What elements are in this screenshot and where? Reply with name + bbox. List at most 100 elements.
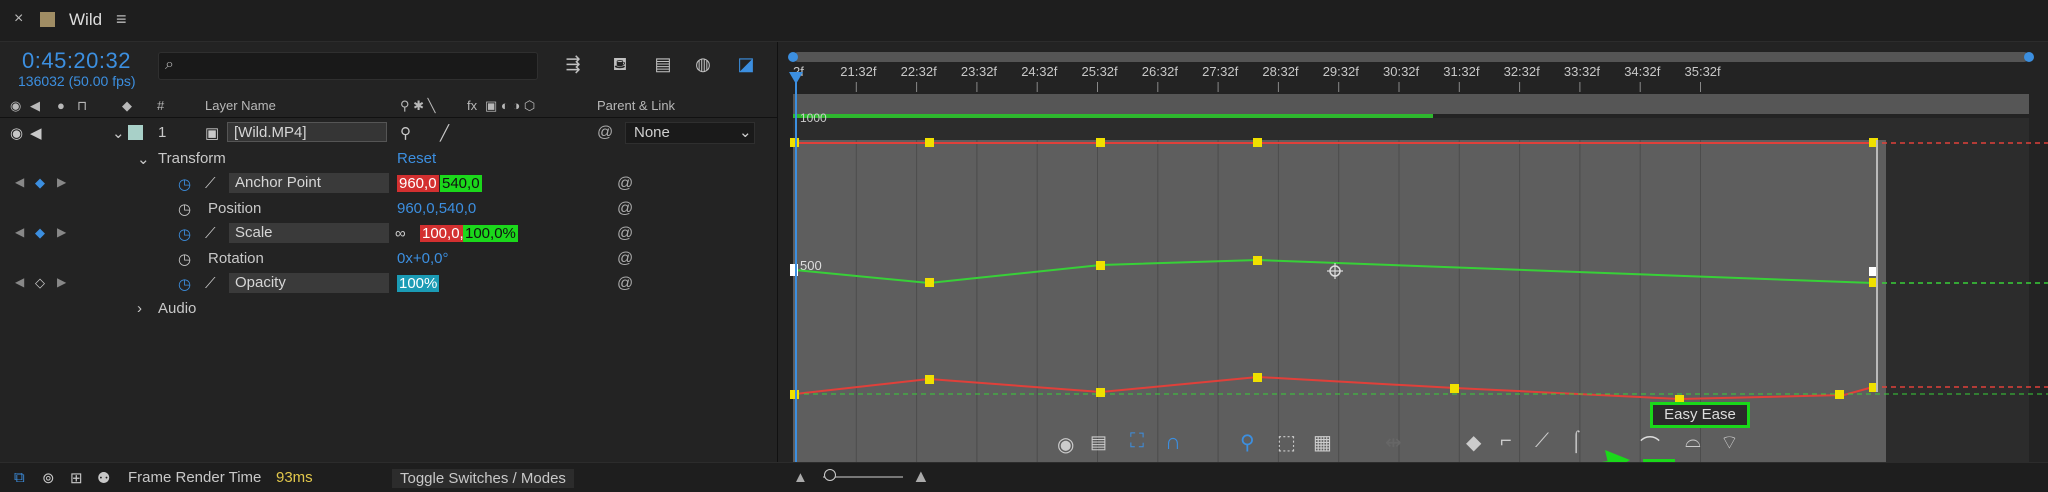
stopwatch-icon[interactable]: ◷ — [178, 225, 191, 243]
anchor-point-y-value[interactable]: 540,0 — [440, 175, 482, 192]
auto-bezier-icon[interactable]: ⌠ — [1570, 430, 1582, 453]
keyframe[interactable] — [1835, 390, 1844, 399]
comp-mini-flowchart-icon[interactable]: ⧉ — [14, 469, 25, 486]
keyframe[interactable] — [1096, 388, 1105, 397]
composition-flowchart-icon[interactable]: ⇶ — [560, 54, 586, 78]
scale-x-value[interactable]: 100,0, — [420, 225, 466, 242]
fit-all-graphs-icon[interactable]: ⬚ — [1277, 430, 1296, 455]
property-row-anchor-point[interactable]: ◀ ◆ ▶ ◷ ⟋ Anchor Point 960,0 540,0 @ — [0, 171, 778, 196]
keyframe[interactable] — [1253, 138, 1262, 147]
keyframe[interactable] — [790, 138, 799, 147]
expression-pickwhip-icon[interactable]: @ — [617, 200, 633, 218]
property-row-position[interactable]: ◷ Position 960,0,540,0 @ — [0, 196, 778, 221]
property-row-scale[interactable]: ◀ ◆ ▶ ◷ ⟋ Scale ∞ 100,0, 100,0% @ — [0, 221, 778, 246]
layer-row[interactable]: ◉ ◀ ⌄ 1 ▣ [Wild.MP4] ⚲ ╱ @ None ⌄ — [0, 120, 778, 145]
prev-keyframe-icon[interactable]: ◀ — [15, 175, 24, 189]
keyframe[interactable] — [1096, 138, 1105, 147]
zoom-out-icon[interactable]: ▲ — [793, 469, 808, 486]
constrain-proportions-icon[interactable]: ∞ — [395, 225, 406, 242]
stopwatch-icon[interactable]: ◷ — [178, 200, 191, 218]
audio-group-row[interactable]: › Audio — [0, 296, 778, 321]
transform-group-row[interactable]: ⌄ Transform Reset — [0, 146, 778, 171]
stopwatch-icon[interactable]: ◷ — [178, 250, 191, 268]
expression-pickwhip-icon[interactable]: @ — [617, 275, 633, 293]
graph-toggle-icon[interactable]: ⟋ — [205, 175, 216, 192]
frame-blending-icon[interactable]: ▤ — [650, 54, 676, 78]
audio-speaker-icon[interactable]: ◀ — [30, 124, 42, 142]
add-keyframe-icon[interactable]: ◆ — [35, 225, 45, 241]
property-row-rotation[interactable]: ◷ Rotation 0x+0,0° @ — [0, 246, 778, 271]
parent-select[interactable]: None ⌄ — [625, 122, 755, 144]
zoom-end-handle[interactable] — [2024, 52, 2034, 62]
add-keyframe-icon[interactable]: ◇ — [35, 275, 45, 291]
layer-name[interactable]: [Wild.MP4] — [227, 122, 387, 142]
linear-keyframe-icon[interactable]: ⟋ — [1535, 430, 1549, 453]
graph-editor-icon[interactable]: ◪ — [733, 54, 759, 78]
parent-link-column-header[interactable]: Parent & Link — [597, 98, 675, 113]
next-keyframe-icon[interactable]: ▶ — [57, 225, 66, 239]
prev-keyframe-icon[interactable]: ◀ — [15, 275, 24, 289]
keyframe[interactable] — [1096, 261, 1105, 270]
graph-toggle-icon[interactable]: ⟋ — [205, 275, 216, 292]
graph-canvas[interactable]: 2f 21:32f 22:32f 23:32f 24:32f 25:32f 26:32f 27… — [780, 42, 2048, 462]
keyframe-menu-icon[interactable]: ◆ — [1466, 430, 1481, 455]
add-keyframe-icon[interactable]: ◆ — [35, 175, 45, 191]
shy-layers-icon[interactable]: ⛾ — [607, 54, 633, 78]
expand-transform-icon[interactable]: ⌄ — [137, 150, 150, 168]
time-ruler[interactable]: 2f 21:32f 22:32f 23:32f 24:32f 25:32f 26:32f 27… — [793, 64, 1721, 92]
anchor-point-x-value[interactable]: 960,0 — [397, 175, 439, 192]
easy-ease-icon[interactable]: ⌒ — [1640, 430, 1660, 459]
keyframe[interactable] — [925, 138, 934, 147]
toggle-switches-modes-button[interactable]: Toggle Switches / Modes — [392, 469, 574, 488]
stopwatch-icon[interactable]: ◷ — [178, 175, 191, 193]
position-value[interactable]: 960,0,540,0 — [397, 200, 476, 217]
fit-selection-icon[interactable]: ⚲ — [1240, 430, 1255, 455]
parent-pickwhip-icon[interactable]: @ — [597, 124, 613, 142]
transform-box-icon[interactable]: ⛶ — [1130, 430, 1144, 453]
timeline-zoom-scrollbar[interactable] — [793, 52, 2029, 62]
expand-layer-icon[interactable]: ⌄ — [112, 124, 125, 142]
opacity-value[interactable]: 100% — [397, 275, 440, 292]
show-properties-icon[interactable]: ◉ — [1057, 432, 1074, 457]
transfer-controls-icon[interactable]: ⊞ — [70, 469, 83, 487]
property-row-opacity[interactable]: ◀ ◇ ▶ ◷ ⟋ Opacity 100% @ — [0, 271, 778, 296]
expression-pickwhip-icon[interactable]: @ — [617, 225, 633, 243]
expression-pickwhip-icon[interactable]: @ — [617, 250, 633, 268]
stopwatch-icon[interactable]: ◷ — [178, 275, 191, 293]
keyframe[interactable] — [925, 375, 934, 384]
panel-menu-icon[interactable]: ≡ — [116, 9, 127, 30]
layer-label-color[interactable] — [128, 125, 143, 140]
zoom-start-handle[interactable] — [788, 52, 798, 62]
current-timecode[interactable]: 0:45:20:32 — [22, 48, 131, 74]
layer-name-column-header[interactable]: Layer Name — [205, 98, 276, 113]
reset-transform-link[interactable]: Reset — [397, 150, 436, 167]
separate-dimensions-icon[interactable]: ⇹ — [1385, 430, 1402, 455]
next-keyframe-icon[interactable]: ▶ — [57, 275, 66, 289]
expand-audio-icon[interactable]: › — [137, 300, 142, 317]
fit-graphs-icon[interactable]: ▦ — [1313, 430, 1332, 455]
motion-blur-icon[interactable]: ◍ — [690, 54, 716, 78]
expression-pickwhip-icon[interactable]: @ — [617, 175, 633, 193]
anchor-switch-icon[interactable]: ⚲ — [400, 124, 411, 142]
prev-keyframe-icon[interactable]: ◀ — [15, 225, 24, 239]
graph-toggle-icon[interactable]: ⟋ — [205, 225, 216, 242]
layer-search-input[interactable]: ⌕ — [158, 52, 538, 80]
hold-keyframe-icon[interactable]: ⌐ — [1500, 430, 1512, 453]
work-area-bar[interactable] — [793, 94, 2029, 114]
graph-editor[interactable]: 2f 21:32f 22:32f 23:32f 24:32f 25:32f 26:32f 27… — [780, 42, 2048, 462]
rotation-value[interactable]: 0x+0,0° — [397, 250, 448, 267]
layer-switches-icon[interactable]: ⊚ — [42, 469, 55, 487]
zoom-slider-handle[interactable] — [824, 469, 836, 481]
visibility-eye-icon[interactable]: ◉ — [10, 124, 23, 142]
next-keyframe-icon[interactable]: ▶ — [57, 175, 66, 189]
composition-tab-title[interactable]: Wild — [69, 10, 102, 30]
scale-y-value[interactable]: 100,0% — [463, 225, 518, 242]
easy-ease-out-icon[interactable]: ⌔ — [1720, 430, 1739, 455]
keyframe[interactable] — [1253, 256, 1262, 265]
keyframe[interactable] — [1450, 384, 1459, 393]
snap-magnet-icon[interactable]: ∩ — [1165, 429, 1181, 455]
keyframe[interactable] — [1253, 373, 1262, 382]
render-time-icon[interactable]: ⚉ — [97, 469, 110, 487]
zoom-in-icon[interactable]: ▲ — [912, 466, 930, 487]
easy-ease-in-icon[interactable]: ⌓ — [1685, 430, 1701, 453]
